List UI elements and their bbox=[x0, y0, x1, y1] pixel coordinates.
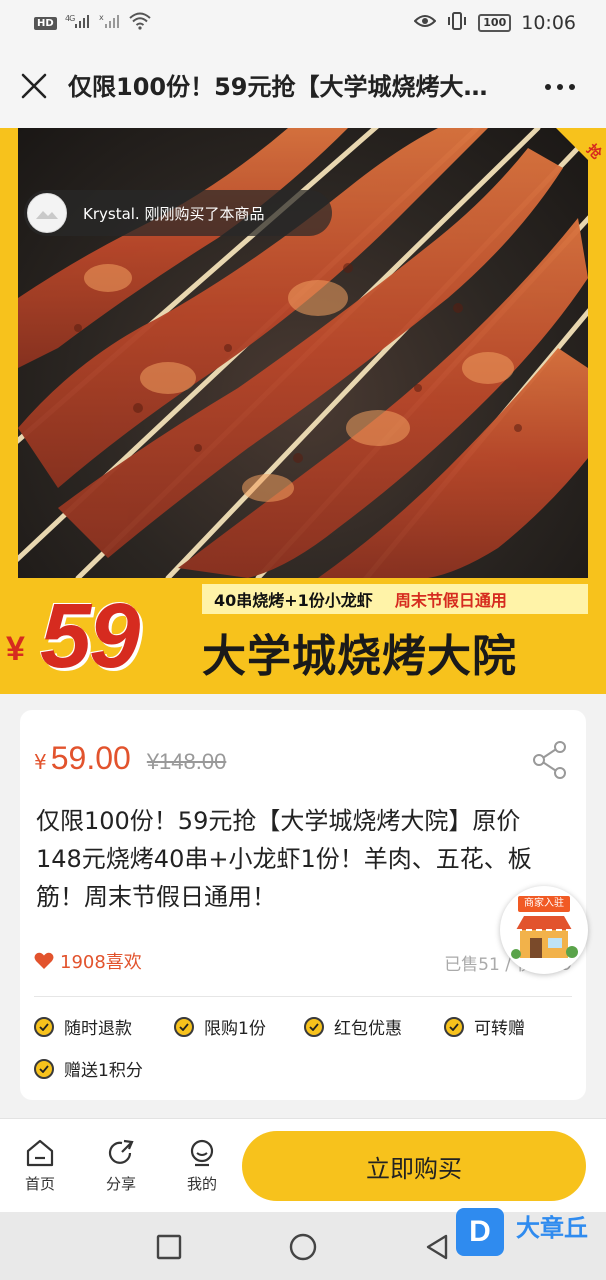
price-row: ¥ 59.00 ¥148.00 bbox=[34, 740, 226, 777]
more-button[interactable] bbox=[540, 72, 580, 102]
watermark: D 大章丘 bbox=[456, 1206, 606, 1266]
avatar bbox=[27, 193, 67, 233]
nav-mine[interactable]: 我的 bbox=[172, 1133, 232, 1199]
square-icon bbox=[156, 1234, 182, 1260]
banner-shop-name: 大学城烧烤大院 bbox=[202, 631, 517, 682]
feature-item: 红包优惠 bbox=[304, 1014, 402, 1039]
vibrate-icon bbox=[446, 12, 468, 34]
divider bbox=[34, 996, 572, 997]
toast-text: Krystal. 刚刚购买了本商品 bbox=[83, 204, 265, 223]
promo-banner: ¥ 59 40串烧烤+1份小龙虾 周末节假日通用 大学城烧烤大院 bbox=[0, 578, 606, 694]
tagline-validity: 周末节假日通用 bbox=[394, 591, 507, 610]
feature-label: 赠送1积分 bbox=[64, 1061, 143, 1081]
banner-price-number: 59 bbox=[40, 585, 140, 687]
share-arrow-icon bbox=[108, 1139, 134, 1164]
battery-indicator: 100 bbox=[478, 14, 512, 32]
check-icon bbox=[304, 1016, 324, 1037]
banner-yen: ¥ bbox=[6, 630, 25, 668]
clock: 10:06 bbox=[521, 12, 576, 34]
recent-purchase-toast: Krystal. 刚刚购买了本商品 bbox=[24, 190, 332, 236]
feature-item: 可转赠 bbox=[444, 1014, 525, 1039]
product-description: 仅限100份！59元抢【大学城烧烤大院】原价148元烧烤40串+小龙虾1份！羊肉… bbox=[36, 807, 532, 911]
price-currency: ¥ bbox=[34, 750, 47, 774]
back-triangle-icon bbox=[426, 1234, 448, 1260]
storefront-icon bbox=[511, 916, 578, 959]
status-left: HD 4G x bbox=[34, 12, 151, 34]
status-right: 100 10:06 bbox=[413, 12, 576, 34]
user-icon bbox=[190, 1139, 214, 1167]
banner-price: ¥ 59 bbox=[0, 578, 190, 694]
corner-ribbon: 抢 bbox=[536, 128, 606, 202]
heart-icon bbox=[34, 952, 54, 969]
bottom-action-bar: 首页 分享 我的 立即购买 bbox=[0, 1118, 606, 1212]
check-icon bbox=[174, 1016, 194, 1037]
banner-tagline: 40串烧烤+1份小龙虾 周末节假日通用 bbox=[202, 584, 588, 614]
feature-label: 随时退款 bbox=[64, 1019, 132, 1039]
check-icon bbox=[444, 1016, 464, 1037]
nav-share[interactable]: 分享 bbox=[91, 1133, 151, 1199]
hd-indicator: HD bbox=[34, 16, 57, 30]
more-dots-icon bbox=[545, 84, 575, 90]
feature-label: 限购1份 bbox=[204, 1019, 266, 1039]
svg-text:4G: 4G bbox=[65, 14, 75, 23]
circle-icon bbox=[289, 1233, 317, 1261]
close-icon bbox=[21, 73, 47, 99]
original-price: ¥148.00 bbox=[146, 749, 227, 774]
feature-item: 随时退款 bbox=[34, 1014, 132, 1039]
back-system-button[interactable] bbox=[422, 1232, 452, 1262]
signal-icon: 4G bbox=[65, 13, 91, 33]
feature-item: 赠送1积分 bbox=[34, 1056, 143, 1081]
page-title: 仅限100份！59元抢【大学城烧烤大… bbox=[68, 73, 488, 101]
watermark-text: 大章丘 bbox=[516, 1214, 588, 1242]
tagline-offer: 40串烧烤+1份小龙虾 bbox=[214, 591, 373, 610]
eye-icon bbox=[413, 14, 437, 32]
home-system-button[interactable] bbox=[288, 1232, 318, 1262]
merchant-join-badge[interactable]: 商家入驻 bbox=[500, 886, 588, 974]
buy-now-button[interactable]: 立即购买 bbox=[242, 1131, 586, 1201]
like-button[interactable]: 1908喜欢 bbox=[34, 948, 142, 974]
nav-home-label: 首页 bbox=[24, 1175, 55, 1193]
wifi-icon bbox=[129, 12, 151, 34]
feature-label: 可转赠 bbox=[474, 1019, 525, 1039]
home-icon bbox=[26, 1139, 54, 1167]
nav-mine-label: 我的 bbox=[186, 1175, 217, 1193]
title-bar: 仅限100份！59元抢【大学城烧烤大… bbox=[0, 46, 606, 128]
share-icon bbox=[533, 741, 566, 779]
feature-item: 限购1份 bbox=[174, 1014, 266, 1039]
check-icon bbox=[34, 1058, 54, 1079]
nav-home[interactable]: 首页 bbox=[10, 1133, 70, 1199]
watermark-logo: D bbox=[456, 1208, 504, 1256]
current-price: 59.00 bbox=[50, 740, 131, 776]
check-icon bbox=[34, 1016, 54, 1037]
product-hero-image[interactable]: 抢 Krystal. 刚刚购买了本商品 ¥ 59 40串烧烤+1份小龙虾 周末节… bbox=[0, 128, 606, 694]
like-count: 1908喜欢 bbox=[60, 952, 142, 973]
status-bar: HD 4G x 100 10:06 bbox=[0, 0, 606, 46]
nav-share-label: 分享 bbox=[105, 1175, 136, 1193]
share-button[interactable] bbox=[532, 740, 568, 780]
signal-2-icon: x bbox=[99, 13, 121, 33]
close-button[interactable] bbox=[18, 70, 50, 102]
recents-button[interactable] bbox=[154, 1232, 184, 1262]
svg-text:x: x bbox=[99, 13, 104, 22]
feature-label: 红包优惠 bbox=[334, 1019, 402, 1039]
